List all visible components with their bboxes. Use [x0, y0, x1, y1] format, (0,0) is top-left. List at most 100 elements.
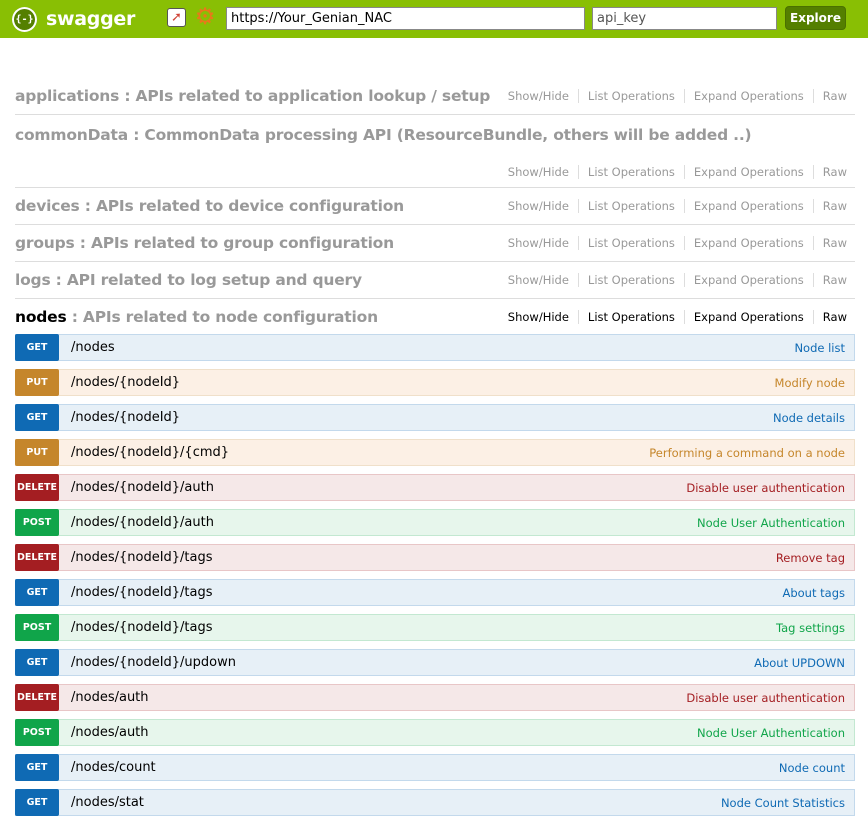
expand-operations-link[interactable]: Expand Operations [685, 89, 814, 103]
header-bar: {-} swagger ➚ ⚙ Explore [0, 0, 868, 38]
show-hide-link[interactable]: Show/Hide [499, 89, 579, 103]
endpoint-summary[interactable]: Modify node [775, 370, 854, 395]
expand-operations-link[interactable]: Expand Operations [685, 236, 814, 250]
endpoint-row[interactable]: GET /nodes/{nodeId}/tags About tags [15, 579, 855, 606]
expand-operations-link[interactable]: Expand Operations [685, 273, 814, 287]
endpoint-row[interactable]: POST /nodes/{nodeId}/tags Tag settings [15, 614, 855, 641]
endpoint-row[interactable]: GET /nodes/{nodeId}/updown About UPDOWN [15, 649, 855, 676]
endpoint-summary[interactable]: Remove tag [776, 545, 854, 570]
http-method-badge[interactable]: DELETE [15, 544, 59, 571]
endpoint-row[interactable]: DELETE /nodes/auth Disable user authenti… [15, 684, 855, 711]
endpoint-path[interactable]: /nodes/{nodeId} [59, 370, 775, 395]
endpoint-row[interactable]: GET /nodes/{nodeId} Node details [15, 404, 855, 431]
list-operations-link[interactable]: List Operations [579, 89, 685, 103]
show-hide-link[interactable]: Show/Hide [499, 310, 579, 324]
raw-link[interactable]: Raw [814, 310, 855, 324]
endpoint-path[interactable]: /nodes/{nodeId}/tags [59, 545, 776, 570]
resource-name[interactable]: commonData [15, 126, 128, 144]
endpoint-summary[interactable]: Node list [794, 335, 854, 360]
list-operations-link[interactable]: List Operations [579, 236, 685, 250]
http-method-badge[interactable]: GET [15, 754, 59, 781]
endpoint-path[interactable]: /nodes/{nodeId}/tags [59, 615, 776, 640]
gear-icon[interactable]: ⚙ [193, 5, 217, 29]
explore-button[interactable]: Explore [785, 6, 846, 30]
resource-operations: Show/Hide List Operations Expand Operati… [499, 89, 855, 103]
resource-title: groups : APIs related to group configura… [15, 234, 394, 252]
resource-nodes: nodes : APIs related to node configurati… [15, 299, 855, 816]
endpoint-row[interactable]: DELETE /nodes/{nodeId}/auth Disable user… [15, 474, 855, 501]
edit-icon[interactable]: ➚ [167, 8, 186, 27]
show-hide-link[interactable]: Show/Hide [499, 236, 579, 250]
endpoint-row[interactable]: DELETE /nodes/{nodeId}/tags Remove tag [15, 544, 855, 571]
endpoint-summary[interactable]: About UPDOWN [754, 650, 854, 675]
http-method-badge[interactable]: DELETE [15, 474, 59, 501]
http-method-badge[interactable]: GET [15, 334, 59, 361]
endpoint-summary[interactable]: Disable user authentication [686, 475, 854, 500]
http-method-badge[interactable]: PUT [15, 439, 59, 466]
resource-description: : APIs related to application lookup / s… [119, 87, 491, 105]
resource-groups: groups : APIs related to group configura… [15, 225, 855, 262]
endpoint-path[interactable]: /nodes/auth [59, 720, 697, 745]
endpoint-summary[interactable]: Node User Authentication [697, 720, 854, 745]
list-operations-link[interactable]: List Operations [579, 310, 685, 324]
raw-link[interactable]: Raw [814, 89, 855, 103]
resource-operations: Show/Hide List Operations Expand Operati… [499, 236, 855, 250]
endpoint-path[interactable]: /nodes [59, 335, 794, 360]
endpoint-row[interactable]: POST /nodes/{nodeId}/auth Node User Auth… [15, 509, 855, 536]
http-method-badge[interactable]: PUT [15, 369, 59, 396]
endpoint-row[interactable]: PUT /nodes/{nodeId}/{cmd} Performing a c… [15, 439, 855, 466]
show-hide-link[interactable]: Show/Hide [499, 273, 579, 287]
endpoint-summary[interactable]: Disable user authentication [686, 685, 854, 710]
endpoint-summary[interactable]: Tag settings [776, 615, 854, 640]
http-method-badge[interactable]: POST [15, 614, 59, 641]
resource-operations: Show/Hide List Operations Expand Operati… [499, 273, 855, 287]
resource-name[interactable]: groups [15, 234, 75, 252]
resource-description: : APIs related to node configuration [66, 308, 378, 326]
endpoint-summary[interactable]: About tags [782, 580, 854, 605]
list-operations-link[interactable]: List Operations [579, 199, 685, 213]
resource-description: : APIs related to device configuration [79, 197, 404, 215]
raw-link[interactable]: Raw [814, 165, 855, 179]
endpoint-path[interactable]: /nodes/{nodeId}/updown [59, 650, 754, 675]
endpoint-row[interactable]: PUT /nodes/{nodeId} Modify node [15, 369, 855, 396]
raw-link[interactable]: Raw [814, 273, 855, 287]
http-method-badge[interactable]: GET [15, 649, 59, 676]
raw-link[interactable]: Raw [814, 199, 855, 213]
raw-link[interactable]: Raw [814, 236, 855, 250]
url-input[interactable] [226, 7, 585, 30]
swagger-logo[interactable]: {-} swagger [12, 0, 135, 38]
endpoint-path[interactable]: /nodes/{nodeId}/auth [59, 475, 686, 500]
endpoint-summary[interactable]: Performing a command on a node [649, 440, 854, 465]
http-method-badge[interactable]: POST [15, 509, 59, 536]
resource-name[interactable]: logs [15, 271, 51, 289]
endpoint-path[interactable]: /nodes/{nodeId}/{cmd} [59, 440, 649, 465]
endpoint-path[interactable]: /nodes/count [59, 755, 779, 780]
endpoint-row[interactable]: GET /nodes Node list [15, 334, 855, 361]
list-operations-link[interactable]: List Operations [579, 273, 685, 287]
resource-description: : API related to log setup and query [50, 271, 362, 289]
show-hide-link[interactable]: Show/Hide [499, 165, 579, 179]
http-method-badge[interactable]: POST [15, 719, 59, 746]
endpoint-summary[interactable]: Node count [779, 755, 854, 780]
resource-name[interactable]: devices [15, 197, 80, 215]
endpoint-path[interactable]: /nodes/{nodeId} [59, 405, 773, 430]
list-operations-link[interactable]: List Operations [579, 165, 685, 179]
endpoint-path[interactable]: /nodes/auth [59, 685, 686, 710]
expand-operations-link[interactable]: Expand Operations [685, 165, 814, 179]
resource-name[interactable]: nodes [15, 308, 67, 326]
endpoint-path[interactable]: /nodes/{nodeId}/auth [59, 510, 697, 535]
endpoint-row[interactable]: GET /nodes/count Node count [15, 754, 855, 781]
expand-operations-link[interactable]: Expand Operations [685, 310, 814, 324]
endpoint-row[interactable]: POST /nodes/auth Node User Authenticatio… [15, 719, 855, 746]
endpoint-path[interactable]: /nodes/{nodeId}/tags [59, 580, 782, 605]
http-method-badge[interactable]: DELETE [15, 684, 59, 711]
api-key-input[interactable] [592, 7, 777, 30]
resource-commondata: commonData : CommonData processing API (… [15, 115, 855, 188]
http-method-badge[interactable]: GET [15, 579, 59, 606]
show-hide-link[interactable]: Show/Hide [499, 199, 579, 213]
expand-operations-link[interactable]: Expand Operations [685, 199, 814, 213]
resource-name[interactable]: applications [15, 87, 119, 105]
endpoint-summary[interactable]: Node User Authentication [697, 510, 854, 535]
endpoint-summary[interactable]: Node details [773, 405, 854, 430]
http-method-badge[interactable]: GET [15, 404, 59, 431]
